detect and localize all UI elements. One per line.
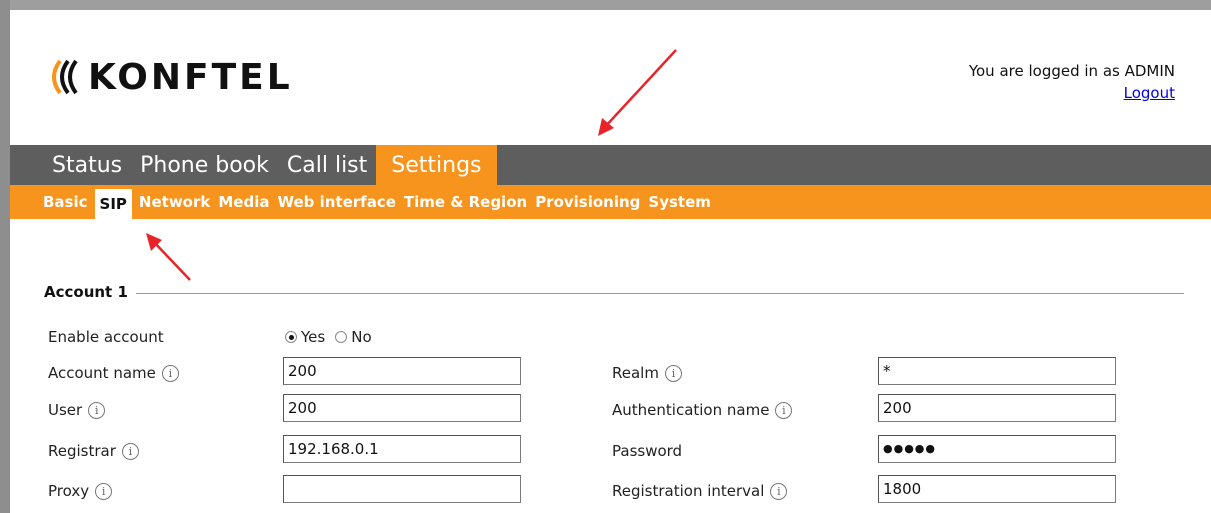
login-info: You are logged in as ADMIN Logout [969, 60, 1175, 104]
info-icon[interactable]: i [95, 482, 113, 500]
logout-link[interactable]: Logout [1124, 84, 1175, 102]
subtab-basic[interactable]: Basic [10, 185, 92, 219]
settings-subnav: Basic SIP Network Media Web interface Ti… [10, 185, 1211, 219]
account-name-text: Account name [48, 364, 156, 382]
subtab-sip[interactable]: SIP [94, 189, 132, 219]
login-status: You are logged in as ADMIN [968, 62, 1175, 80]
realm-text: Realm [612, 364, 659, 382]
subtab-time-region[interactable]: Time & Region [400, 185, 531, 219]
password-text: Password [612, 442, 683, 460]
subtab-system[interactable]: System [644, 185, 714, 219]
enable-account-text: Enable account [48, 328, 164, 346]
proxy-field[interactable] [283, 475, 521, 503]
password-field[interactable]: ●●●●● [878, 435, 1116, 463]
tab-settings[interactable]: Settings [376, 145, 497, 185]
enable-yes-label: Yes [301, 328, 326, 346]
info-icon[interactable]: i [88, 401, 106, 419]
user-label: User i [48, 399, 106, 421]
realm-label: Realm i [612, 362, 682, 384]
enable-yes-option[interactable]: Yes [285, 328, 325, 346]
reg-interval-label: Registration interval i [612, 480, 788, 502]
enable-account-radio-group: Yes No [285, 328, 382, 346]
registrar-label: Registrar i [48, 440, 139, 462]
section-divider [135, 292, 1184, 294]
info-icon[interactable]: i [775, 401, 793, 419]
info-icon[interactable]: i [161, 364, 179, 382]
proxy-text: Proxy [48, 482, 90, 500]
info-icon[interactable]: i [121, 442, 139, 460]
proxy-label: Proxy i [48, 480, 113, 502]
account-legend: Account 1 [44, 283, 128, 301]
user-text: User [48, 401, 83, 419]
realm-field[interactable]: * [878, 357, 1116, 385]
account-name-field[interactable]: 200 [283, 357, 521, 385]
auth-name-text: Authentication name [612, 401, 770, 419]
page: KONFTEL You are logged in as ADMIN Logou… [10, 10, 1211, 513]
tab-call-list[interactable]: Call list [278, 145, 376, 185]
subtab-network[interactable]: Network [135, 185, 214, 219]
auth-name-field[interactable]: 200 [878, 394, 1116, 422]
registrar-text: Registrar [48, 442, 116, 460]
reg-interval-field[interactable]: 1800 [878, 475, 1116, 503]
auth-name-label: Authentication name i [612, 399, 793, 421]
subtab-provisioning[interactable]: Provisioning [531, 185, 644, 219]
logo-text: KONFTEL [88, 56, 293, 98]
window-top-border [0, 0, 1211, 10]
subtab-media[interactable]: Media [214, 185, 273, 219]
info-icon[interactable]: i [770, 482, 788, 500]
tab-phone-book[interactable]: Phone book [131, 145, 278, 185]
info-icon[interactable]: i [664, 364, 682, 382]
konftel-logo: KONFTEL [46, 54, 293, 100]
enable-no-radio[interactable] [335, 331, 348, 343]
user-field[interactable]: 200 [283, 394, 521, 422]
account-name-label: Account name i [48, 362, 179, 384]
enable-no-option[interactable]: No [335, 328, 372, 346]
password-label: Password [612, 440, 682, 462]
enable-no-label: No [351, 328, 372, 346]
reg-interval-text: Registration interval [612, 482, 765, 500]
account-section-header: Account 1 [44, 282, 1184, 302]
main-nav: Status Phone book Call list Settings [10, 145, 1211, 185]
registrar-field[interactable]: 192.168.0.1 [283, 435, 521, 463]
subtab-web-interface[interactable]: Web interface [273, 185, 399, 219]
enable-yes-radio[interactable] [285, 331, 297, 343]
tab-status[interactable]: Status [10, 145, 131, 185]
konftel-wave-icon [52, 59, 78, 95]
window-left-border [0, 0, 10, 513]
enable-account-label: Enable account [48, 328, 164, 346]
